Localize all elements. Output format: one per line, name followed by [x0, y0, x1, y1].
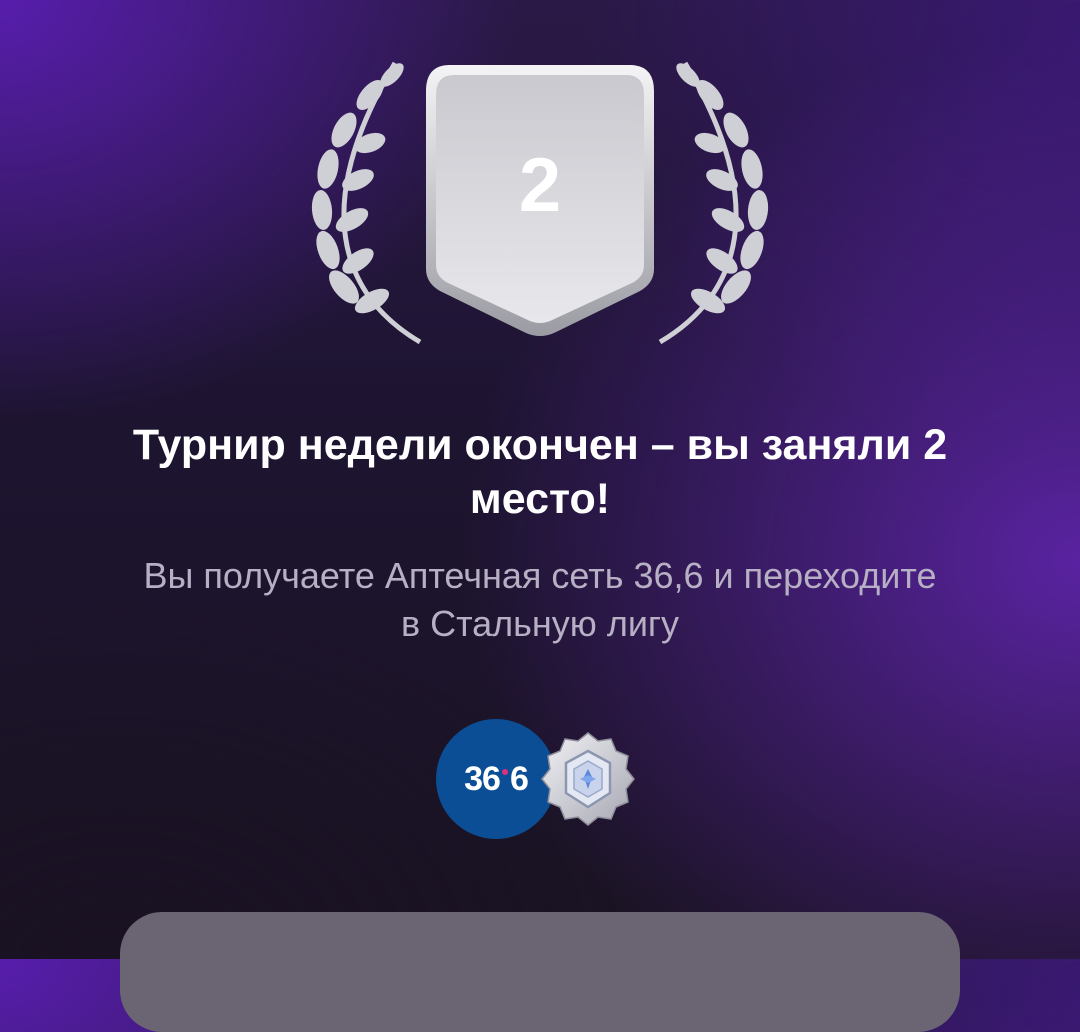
result-title: Турнир недели окончен – вы заняли 2 мест…: [132, 421, 948, 523]
result-subtitle: Вы получаете Аптечная сеть 36,6 и перехо…: [143, 555, 937, 644]
bottom-action-card[interactable]: [120, 912, 960, 1032]
partner-logo-left-text: 36: [464, 759, 501, 798]
partner-logo-366: 36 6: [436, 719, 556, 839]
place-number: 2: [518, 143, 562, 228]
partner-logo-right-text: 6: [509, 759, 529, 798]
logo-dot-icon: [501, 769, 508, 775]
rewards-row: 36 6: [436, 719, 636, 841]
steel-league-badge-icon: [540, 731, 636, 827]
place-badge: 2: [300, 55, 780, 355]
